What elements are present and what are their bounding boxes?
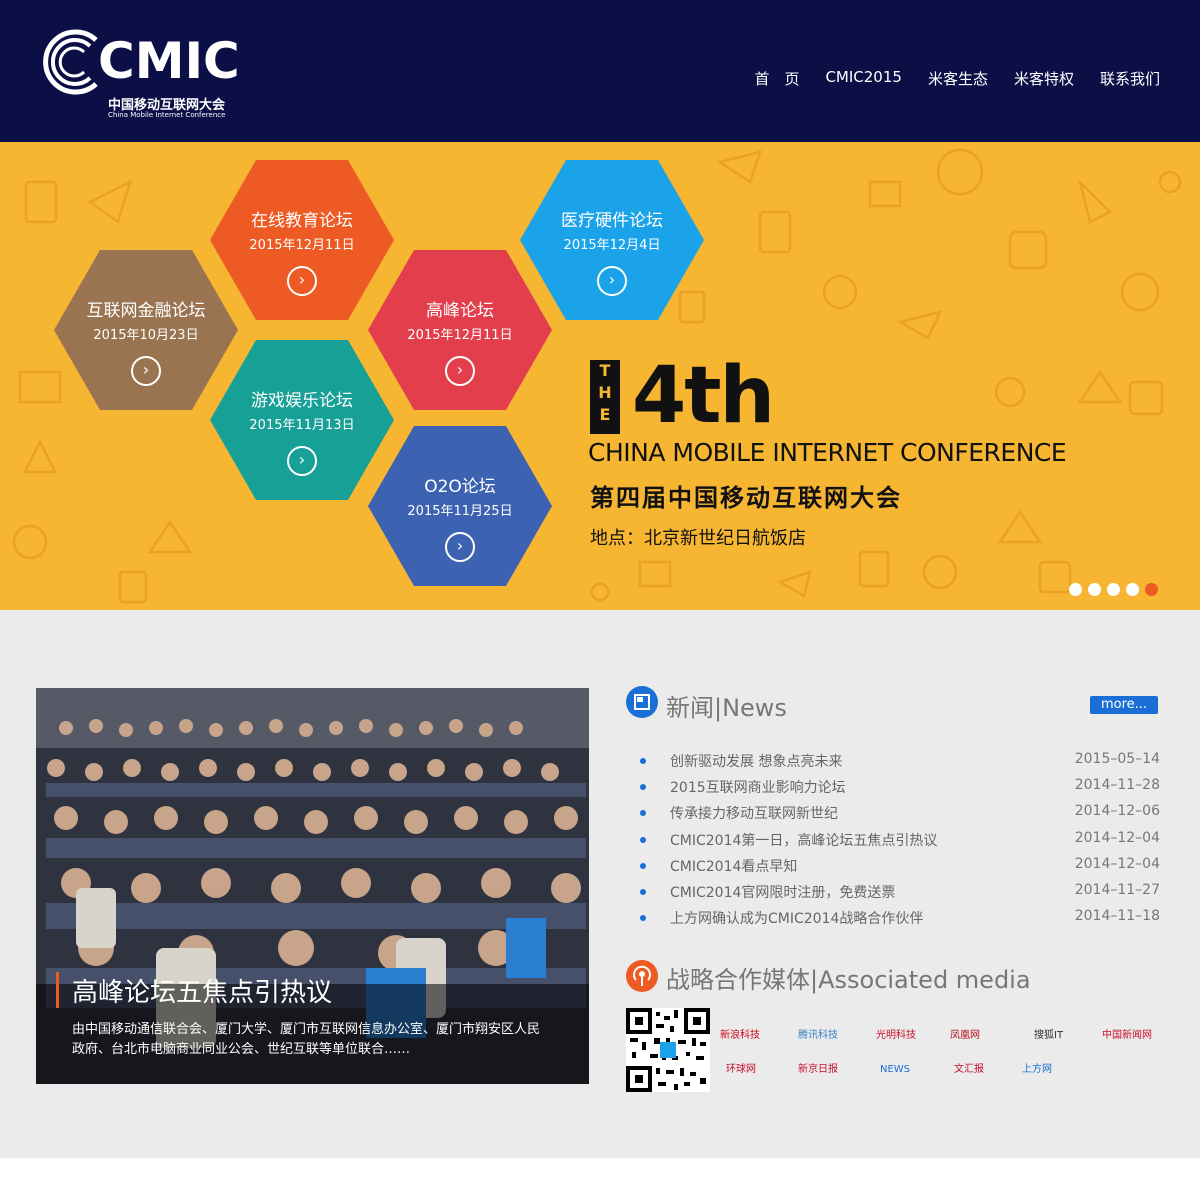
news-item[interactable]: CMIC2014第一日，高峰论坛五焦点引热议 2014–12–04 <box>636 829 1160 855</box>
qr-code <box>626 1008 710 1092</box>
newspaper-icon <box>626 686 658 718</box>
forum-title: O2O论坛 <box>424 477 496 497</box>
bullet-icon <box>640 810 646 817</box>
news-item-title[interactable]: CMIC2014官网限时注册，免费送票 <box>670 882 895 902</box>
news-item[interactable]: 创新驱动发展 想象点亮未来 2015–05–14 <box>636 750 1160 776</box>
nav-cmic2015[interactable]: CMIC2015 <box>825 68 902 89</box>
nav-privileges[interactable]: 米客特权 <box>1014 68 1074 89</box>
chevron-right-icon[interactable]: › <box>445 532 475 562</box>
featured-news-desc: 由中国移动通信联合会、厦门大学、厦门市互联网信息办公室、厦门市翔安区人民政府、台… <box>72 1022 541 1057</box>
forum-o2o[interactable]: O2O论坛 2015年11月25日 › <box>368 426 552 586</box>
forum-title: 互联网金融论坛 <box>86 301 206 321</box>
forum-date: 2015年11月13日 <box>249 418 355 433</box>
nav-contact[interactable]: 联系我们 <box>1100 68 1160 89</box>
forum-date: 2015年12月11日 <box>407 328 513 343</box>
bullet-icon <box>640 862 646 869</box>
news-more-button[interactable]: more... <box>1090 696 1158 714</box>
site-header: CMIC 中国移动互联网大会 China Mobile Internet Con… <box>0 0 1200 142</box>
news-list: 创新驱动发展 想象点亮未来 2015–05–14 2015互联网商业影响力论坛 20… <box>636 750 1160 933</box>
partner-logo[interactable]: 中国新闻网 <box>1102 1024 1152 1048</box>
slide-dot[interactable] <box>1088 583 1101 596</box>
news-item-date: 2015–05–14 <box>1074 751 1160 767</box>
news-item-title[interactable]: 传承接力移动互联网新世纪 <box>670 803 838 823</box>
news-item-date: 2014–11–27 <box>1074 881 1160 898</box>
nav-ecosystem[interactable]: 米客生态 <box>928 68 988 89</box>
news-item-title[interactable]: 2015互联网商业影响力论坛 <box>670 777 846 797</box>
chevron-right-icon[interactable]: › <box>287 446 317 476</box>
chevron-right-icon[interactable]: › <box>597 266 627 296</box>
forum-summit[interactable]: 高峰论坛 2015年12月11日 › <box>368 250 552 410</box>
edition-number: 4th <box>632 351 775 441</box>
caption-accent-bar <box>56 972 59 1008</box>
news-item-date: 2014–11–18 <box>1074 908 1160 925</box>
conference-name-cn: 第四届中国移动互联网大会 <box>590 484 902 512</box>
featured-news-photo[interactable]: 高峰论坛五焦点引热议 由中国移动通信联合会、厦门大学、厦门市互联网信息办公室、厦… <box>36 688 589 1084</box>
news-item[interactable]: 上方网确认成为CMIC2014战略合作伙伴 2014–11–18 <box>636 907 1160 933</box>
partner-logo[interactable]: 光明科技 <box>876 1024 916 1048</box>
nav-home[interactable]: 首 页 <box>754 68 799 89</box>
bullet-icon <box>640 784 646 791</box>
the-letter: H <box>598 383 612 402</box>
partner-logo[interactable]: NEWS <box>880 1058 910 1082</box>
photo-caption: 高峰论坛五焦点引热议 由中国移动通信联合会、厦门大学、厦门市互联网信息办公室、厦… <box>36 972 589 1084</box>
the-letter: T <box>599 361 611 380</box>
news-item-title[interactable]: CMIC2014看点早知 <box>670 856 797 876</box>
main-nav: 首 页 CMIC2015 米客生态 米客特权 联系我们 <box>728 68 1160 89</box>
forum-title: 高峰论坛 <box>426 301 494 321</box>
news-item-date: 2014–11–28 <box>1074 777 1160 794</box>
slide-dot[interactable] <box>1069 583 1082 596</box>
broadcast-icon <box>626 960 658 992</box>
featured-news-title[interactable]: 高峰论坛五焦点引热议 <box>72 972 332 1009</box>
partner-logo[interactable]: 环球网 <box>726 1058 756 1082</box>
news-item[interactable]: CMIC2014看点早知 2014–12–04 <box>636 855 1160 881</box>
partner-logo[interactable]: 上方网 <box>1022 1058 1052 1082</box>
chevron-right-icon[interactable]: › <box>287 266 317 296</box>
the-letter: E <box>599 405 611 424</box>
hero-banner: 在线教育论坛 2015年12月11日 › 医疗硬件论坛 2015年12月4日 ›… <box>0 142 1200 610</box>
partner-logo[interactable]: 搜狐IT <box>1034 1024 1063 1048</box>
conference-name-en: CHINA MOBILE INTERNET CONFERENCE <box>588 438 1067 467</box>
slide-dot[interactable] <box>1107 583 1120 596</box>
news-item-date: 2014–12–04 <box>1074 855 1160 872</box>
media-section-title: 战略合作媒体|Associated media <box>666 966 1031 994</box>
bullet-icon <box>640 758 646 764</box>
bullet-icon <box>640 888 646 895</box>
logo-wordmark: CMIC <box>98 32 240 90</box>
partner-logo[interactable]: 凤凰网 <box>950 1024 980 1048</box>
partner-logo[interactable]: 新京日报 <box>798 1058 838 1082</box>
forum-title: 在线教育论坛 <box>251 211 353 231</box>
news-section-title: 新闻|News <box>666 694 787 722</box>
news-item[interactable]: CMIC2014官网限时注册，免费送票 2014–11–27 <box>636 881 1160 907</box>
partner-logo[interactable]: 新浪科技 <box>720 1024 760 1048</box>
slide-dot[interactable] <box>1126 583 1139 596</box>
chevron-right-icon[interactable]: › <box>445 356 475 386</box>
chevron-right-icon[interactable]: › <box>131 356 161 386</box>
bullet-icon <box>640 836 646 843</box>
conference-venue: 地点：北京新世纪日航饭店 <box>590 528 806 549</box>
forum-title: 医疗硬件论坛 <box>561 211 663 231</box>
page-footer <box>0 1158 1200 1200</box>
news-item-title[interactable]: CMIC2014第一日，高峰论坛五焦点引热议 <box>670 830 937 850</box>
forum-games-entertainment[interactable]: 游戏娱乐论坛 2015年11月13日 › <box>210 340 394 500</box>
news-item-title[interactable]: 上方网确认成为CMIC2014战略合作伙伴 <box>670 908 923 928</box>
slide-indicators <box>1069 583 1158 596</box>
cmic-logo[interactable]: CMIC 中国移动互联网大会 China Mobile Internet Con… <box>38 22 240 122</box>
partner-logo[interactable]: 腾讯科技 <box>798 1024 838 1048</box>
slide-dot-active[interactable] <box>1145 583 1158 596</box>
news-item-date: 2014–12–06 <box>1074 803 1160 820</box>
news-item[interactable]: 2015互联网商业影响力论坛 2014–11–28 <box>636 776 1160 802</box>
logo-en-name: China Mobile Internet Conference <box>108 111 226 119</box>
news-item-title[interactable]: 创新驱动发展 想象点亮未来 <box>670 751 842 771</box>
content-area: 高峰论坛五焦点引热议 由中国移动通信联合会、厦门大学、厦门市互联网信息办公室、厦… <box>0 610 1200 1158</box>
bullet-icon <box>640 915 646 922</box>
forum-date: 2015年11月25日 <box>407 504 513 519</box>
forum-title: 游戏娱乐论坛 <box>251 391 353 411</box>
the-vertical-label: T H E <box>590 360 620 434</box>
partner-logo[interactable]: 文汇报 <box>954 1058 984 1082</box>
news-item-date: 2014–12–04 <box>1074 829 1160 846</box>
news-item[interactable]: 传承接力移动互联网新世纪 2014–12–06 <box>636 802 1160 828</box>
